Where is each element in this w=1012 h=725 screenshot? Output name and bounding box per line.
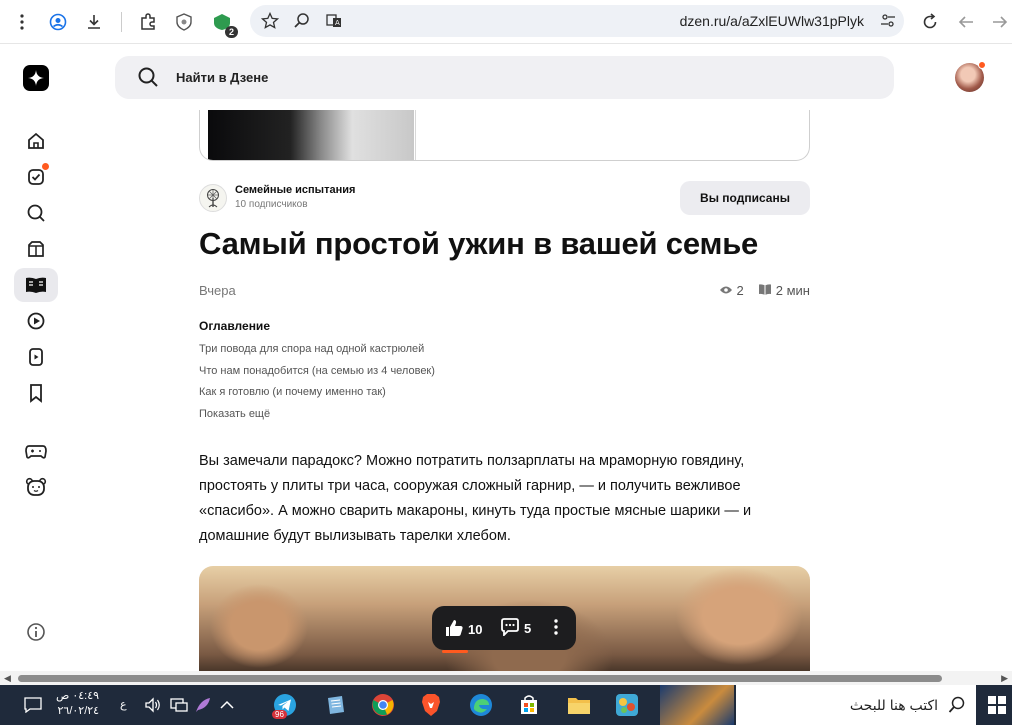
toc-heading: Оглавление [199,319,270,333]
games-icon[interactable] [14,434,58,468]
widget-thumbnail[interactable] [660,685,734,725]
brave-icon[interactable] [418,692,444,718]
svg-text:A: A [335,19,340,27]
store-icon[interactable] [516,692,542,718]
article-date: Вчера [199,283,236,298]
book-icon [758,283,772,298]
chrome-icon[interactable] [370,692,396,718]
channel-subscribers: 10 подписчиков [235,199,308,210]
subscribe-button[interactable]: Вы подписаны [680,181,810,215]
volume-icon[interactable] [140,692,166,718]
toc-show-more[interactable]: Показать ещё [199,408,270,420]
comments-count: 5 [524,621,532,636]
reload-icon[interactable] [918,10,942,34]
like-button[interactable]: 10 [444,618,482,641]
search-placeholder: Найти в Дзене [176,70,269,85]
telegram-icon[interactable]: 96 [272,692,298,719]
notifications-icon[interactable] [20,692,46,718]
url-text[interactable]: dzen.ru/a/aZxlEUWlw31pPlyk [680,13,864,29]
chevron-up-icon[interactable] [214,692,240,718]
subscriptions-icon[interactable] [14,160,58,194]
search-input[interactable]: Найти в Дзене [115,56,894,99]
home-icon[interactable] [14,124,58,158]
scrollbar-thumb[interactable] [18,675,942,682]
bookmarks-icon[interactable] [14,376,58,410]
search-icon [137,66,159,93]
likes-count: 10 [468,622,483,637]
address-bar[interactable]: A dzen.ru/a/aZxlEUWlw31pPlyk [250,5,904,37]
taskbar-search-text: اكتب هنا للبحث [849,697,938,713]
more-vert-icon[interactable] [10,10,34,34]
channel-avatar[interactable] [199,184,227,212]
more-options-icon[interactable] [554,619,558,635]
zoom-icon[interactable] [290,9,314,33]
comments-button[interactable]: 5 [500,618,531,639]
info-icon[interactable] [26,622,46,647]
video-icon[interactable] [14,304,58,338]
related-card-image [208,110,414,160]
toc-item[interactable]: Что нам понадобится (на семью из 4 челов… [199,365,435,377]
search-icon [948,696,966,719]
eye-icon [719,283,733,298]
subscriptions-dot [42,163,49,170]
forward-icon[interactable] [988,10,1012,34]
star-icon[interactable] [258,9,282,33]
article-stats: 2 2 мин [719,283,810,298]
windows-icon[interactable] [984,692,1010,718]
comment-icon [500,618,520,639]
account-icon[interactable] [46,10,70,34]
search-nav-icon[interactable] [14,196,58,230]
kids-icon[interactable] [14,470,58,504]
taskbar-search[interactable]: اكتب هنا للبحث [736,685,976,725]
read-time: 2 мин [775,283,810,298]
horizontal-scrollbar[interactable]: ◀ ▶ [0,671,1012,685]
clock[interactable]: ٠٤:٤٩ ص ٢٦/٠٢/٢٤ [56,689,99,719]
related-card[interactable] [199,110,810,161]
clock-time: ٠٤:٤٩ ص [56,690,100,702]
download-icon[interactable] [82,10,106,34]
views-count: 2 [736,283,744,298]
toc-item[interactable]: Как я готовлю (и почему именно так) [199,386,386,398]
shorts-icon[interactable] [14,340,58,374]
network-icon[interactable] [166,692,192,718]
notes-icon[interactable] [322,692,348,718]
reactions-bar: 10 5 [432,606,576,650]
shield-icon[interactable] [172,10,196,34]
telegram-badge: 96 [272,710,287,719]
feather-icon[interactable] [190,692,216,718]
folder-icon[interactable] [566,692,592,718]
tune-icon[interactable] [876,9,900,33]
notification-dot [978,61,986,69]
site-header: Найти в Дзене [0,44,1012,110]
articles-icon[interactable] [14,268,58,302]
page-title: Самый простой ужин в вашей семье [199,226,759,261]
shop-icon[interactable] [14,232,58,266]
toc-item[interactable]: Три повода для спора над одной кастрюлей [199,343,424,355]
extension-badge-icon[interactable]: 2 [210,10,238,38]
language-indicator[interactable]: ع [120,698,127,711]
dzen-logo[interactable] [23,65,49,91]
scroll-right-icon[interactable]: ▶ [1001,673,1008,684]
extensions-icon[interactable] [136,10,160,34]
browser-toolbar: 2 A dzen.ru/a/aZxlEUWlw31pPlyk [0,0,1012,44]
game-app-icon[interactable] [614,692,640,718]
translate-icon[interactable]: A [322,9,346,33]
clock-date: ٢٦/٠٢/٢٤ [57,705,100,717]
like-indicator [442,650,468,653]
scroll-left-icon[interactable]: ◀ [4,673,11,684]
back-icon[interactable] [954,10,978,34]
taskbar: ٠٤:٤٩ ص ٢٦/٠٢/٢٤ ع 96 اكتب هنا للبحث [0,685,1012,725]
article-paragraph: Вы замечали парадокс? Можно потратить по… [199,453,752,544]
edge-icon[interactable] [468,692,494,718]
thumbs-up-icon [444,618,464,641]
extension-badge-count: 2 [224,26,238,38]
channel-name[interactable]: Семейные испытания [235,184,355,196]
